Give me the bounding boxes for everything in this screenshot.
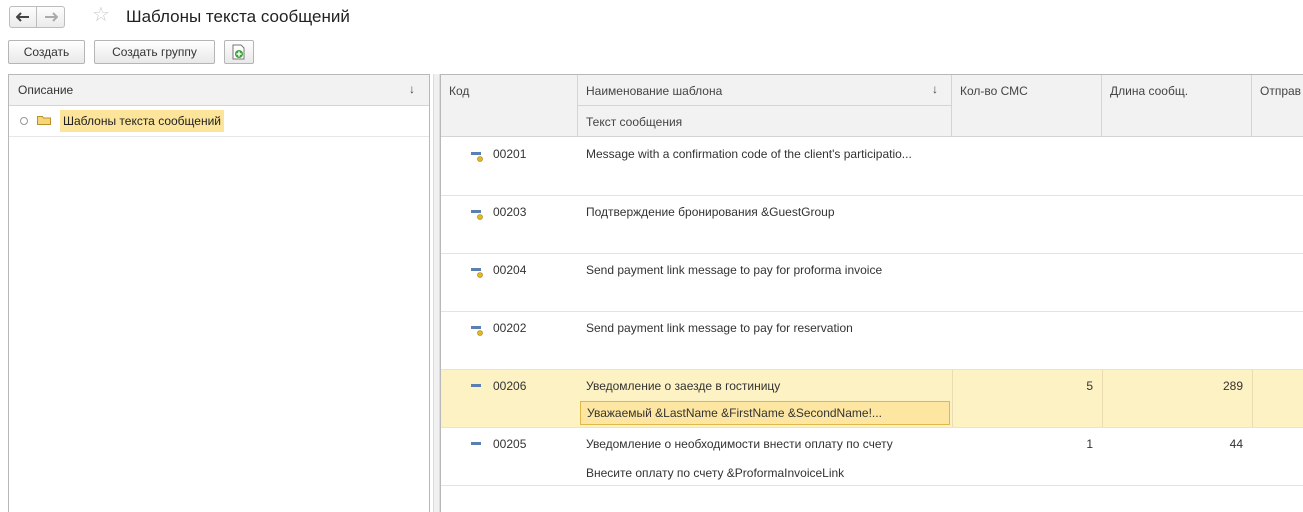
table-row[interactable]: 00205 Уведомление о необходимости внести… (441, 428, 1303, 486)
add-document-icon (232, 44, 245, 60)
row-length: 44 (1229, 437, 1243, 451)
page-title: Шаблоны текста сообщений (126, 7, 350, 26)
sort-down-icon: ↓ (932, 82, 938, 96)
sms-count-column-header[interactable]: Кол-во СМС (952, 75, 1102, 137)
folder-icon (37, 116, 51, 125)
row-name: Подтверждение бронирования &GuestGroup (586, 205, 835, 219)
code-column-header[interactable]: Код (441, 75, 578, 137)
create-group-button[interactable]: Создать группу (94, 40, 215, 64)
tree-item-label: Шаблоны текста сообщений (60, 110, 224, 132)
groups-panel: Описание ↓ Шаблоны текста сообщений (8, 74, 430, 512)
arrow-left-icon (16, 12, 29, 22)
table-row[interactable]: 00201 Message with a confirmation code o… (441, 138, 1303, 196)
add-document-button[interactable] (224, 40, 254, 64)
star-icon[interactable]: ☆ (92, 5, 110, 25)
sort-down-icon: ↓ (409, 82, 415, 96)
forward-button[interactable] (37, 6, 65, 28)
panel-splitter[interactable] (433, 74, 440, 512)
arrow-right-icon (44, 12, 58, 22)
description-header-label: Описание (18, 83, 74, 97)
row-code: 00205 (493, 437, 527, 451)
create-button[interactable]: Создать (8, 40, 85, 64)
templates-table: Код Наименование шаблона ↓ Текст сообщен… (440, 74, 1303, 512)
row-code: 00202 (493, 321, 527, 335)
text-column-header[interactable]: Текст сообщения (578, 106, 952, 137)
sent-column-header[interactable]: Отправ (1252, 75, 1303, 137)
row-code: 00201 (493, 147, 527, 161)
length-column-header[interactable]: Длина сообщ. (1102, 75, 1252, 137)
table-row[interactable]: 00204 Send payment link message to pay f… (441, 254, 1303, 312)
message-text-cell-active[interactable]: Уважаемый &LastName &FirstName &SecondNa… (580, 401, 950, 425)
row-sms-count: 5 (1086, 379, 1093, 393)
tree-item[interactable]: Шаблоны текста сообщений (9, 106, 429, 137)
row-length: 289 (1222, 379, 1243, 393)
row-name: Уведомление о заезде в гостиницу (586, 379, 781, 393)
template-icon (471, 384, 481, 387)
template-with-param-icon (471, 152, 483, 162)
row-code: 00206 (493, 379, 527, 393)
back-button[interactable] (9, 6, 37, 28)
template-with-param-icon (471, 210, 483, 220)
tree-node-icon (20, 117, 28, 125)
table-row[interactable]: 00202 Send payment link message to pay f… (441, 312, 1303, 370)
row-code: 00203 (493, 205, 527, 219)
row-name: Уведомление о необходимости внести оплат… (586, 437, 893, 451)
template-with-param-icon (471, 268, 483, 278)
table-row-selected[interactable]: 00206 Уведомление о заезде в гостиницу 5… (441, 370, 1303, 428)
row-code: 00204 (493, 263, 527, 277)
cell-divider (1252, 370, 1253, 427)
row-text: Внесите оплату по счету &ProformaInvoice… (586, 466, 845, 480)
template-with-param-icon (471, 326, 483, 336)
row-name: Message with a confirmation code of the … (586, 147, 912, 161)
template-icon (471, 442, 481, 445)
row-name: Send payment link message to pay for pro… (586, 263, 883, 277)
name-header-label: Наименование шаблона (586, 84, 723, 98)
table-row[interactable]: 00203 Подтверждение бронирования &GuestG… (441, 196, 1303, 254)
description-column-header[interactable]: Описание ↓ (9, 75, 429, 106)
name-column-header[interactable]: Наименование шаблона ↓ (578, 75, 952, 106)
row-sms-count: 1 (1086, 437, 1093, 451)
row-name: Send payment link message to pay for res… (586, 321, 853, 335)
